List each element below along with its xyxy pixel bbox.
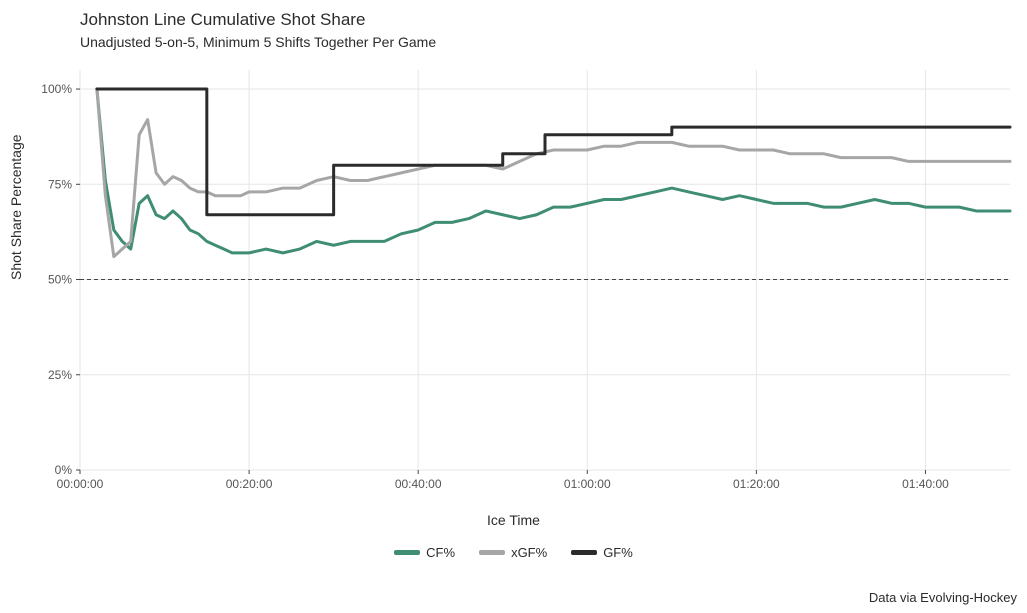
legend-item-cf: CF%	[394, 545, 455, 560]
legend-swatch-gf	[571, 550, 597, 555]
legend-label-cf: CF%	[426, 545, 455, 560]
chart-container: Johnston Line Cumulative Shot Share Unad…	[0, 0, 1027, 613]
svg-text:00:40:00: 00:40:00	[395, 477, 442, 491]
svg-text:100%: 100%	[41, 82, 72, 96]
legend: CF% xGF% GF%	[0, 545, 1027, 560]
svg-text:25%: 25%	[48, 368, 72, 382]
svg-text:75%: 75%	[48, 177, 72, 191]
svg-text:0%: 0%	[55, 463, 73, 477]
svg-text:01:40:00: 01:40:00	[902, 477, 949, 491]
legend-item-gf: GF%	[571, 545, 633, 560]
legend-item-xgf: xGF%	[479, 545, 547, 560]
svg-text:01:00:00: 01:00:00	[564, 477, 611, 491]
plot-area: 0% 25% 50% 75% 100% 00:00:00 00:20:00 00:40:00 0…	[0, 0, 1027, 613]
legend-label-xgf: xGF%	[511, 545, 547, 560]
svg-text:50%: 50%	[48, 273, 72, 287]
svg-text:00:00:00: 00:00:00	[57, 477, 104, 491]
legend-swatch-xgf	[479, 550, 505, 555]
legend-swatch-cf	[394, 550, 420, 555]
legend-label-gf: GF%	[603, 545, 633, 560]
svg-text:00:20:00: 00:20:00	[226, 477, 273, 491]
svg-text:01:20:00: 01:20:00	[733, 477, 780, 491]
